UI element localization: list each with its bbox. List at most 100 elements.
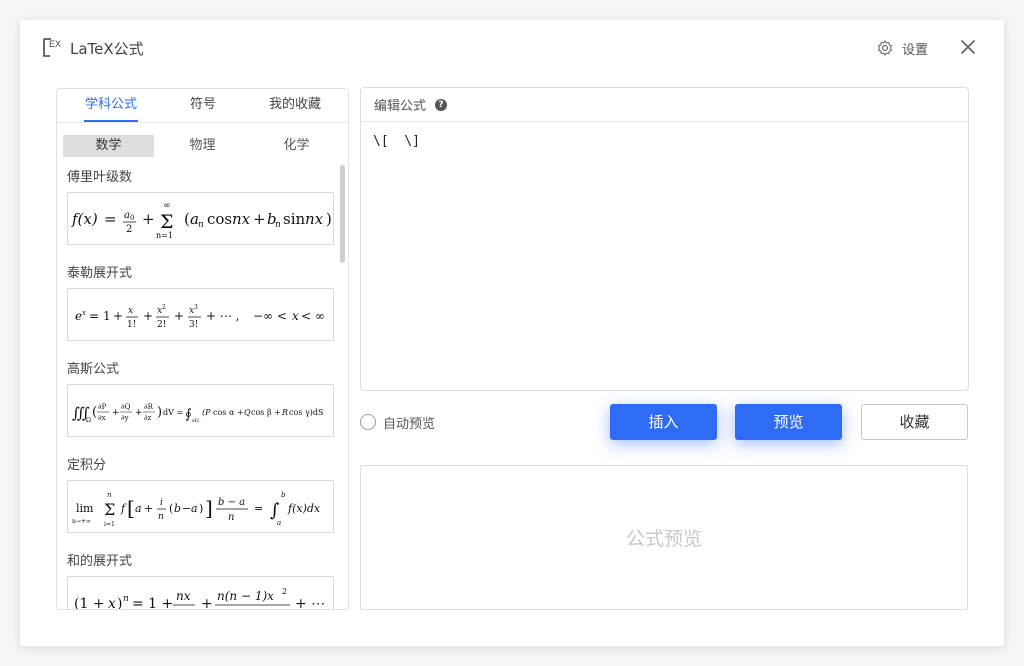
svg-text:2: 2 [126,224,132,235]
svg-text:a: a [135,502,142,515]
svg-text:3: 3 [194,304,198,311]
svg-text:nx: nx [232,210,251,228]
formula-library-panel: 学科公式 符号 我的收藏 数学 物理 化学 傅里叶级数 f(x) = a0 2 … [56,88,349,610]
svg-text:1: 1 [103,309,111,323]
active-tab-indicator [84,120,138,122]
svg-text:+: + [135,408,143,418]
svg-text:Ω: Ω [86,417,91,424]
svg-text:2: 2 [162,304,166,311]
formula-name-taylor: 泰勒展开式 [67,266,133,281]
svg-text:a: a [277,519,281,527]
svg-text:n(n − 1)x: n(n − 1)x [217,589,274,603]
svg-text:n: n [123,594,129,604]
svg-text:n: n [107,491,112,499]
formula-card-definite-integral[interactable]: lim n→+∞ n Σ i=1 f [ a + i n ( b − a )]… [67,480,334,533]
svg-text:cos γ)dS: cos γ)dS [289,408,323,417]
tab-subject-formulas[interactable]: 学科公式 [71,89,151,123]
formula-render-taylor: ex = 1 + x 1! + x2 2! + x3 3! + ⋯ , −∞ <… [75,304,325,330]
formula-preview-area: 公式预览 [360,465,968,610]
svg-text:X: X [55,39,61,49]
svg-text:nx: nx [305,210,324,228]
tab-my-favorites[interactable]: 我的收藏 [255,89,335,123]
svg-text:∫: ∫ [270,500,280,521]
formula-render-binomial: (1 + x ) n = 1 + nx 1! + n(n − 1)x 2 2! … [74,587,325,609]
svg-text:n: n [275,220,281,230]
svg-text:+: + [142,210,155,228]
svg-text:2: 2 [282,587,287,596]
svg-text:∂R: ∂R [144,403,154,411]
svg-text:(1 +: (1 + [74,596,105,609]
svg-text:): ) [117,596,122,609]
settings-button[interactable]: 设置 [876,37,928,59]
svg-text:[: [ [127,496,135,520]
svg-text:< ∞: < ∞ [301,309,325,323]
svg-text:cos: cos [207,210,232,228]
svg-text:=: = [104,210,117,228]
svg-text:x: x [128,306,133,316]
formula-card-taylor[interactable]: ex = 1 + x 1! + x2 2! + x3 3! + ⋯ , −∞ <… [67,288,334,341]
svg-text:2!: 2! [157,320,166,330]
svg-text:R: R [281,408,288,417]
svg-text:2!: 2! [244,608,256,609]
formula-name-definite-integral: 定积分 [67,458,107,473]
help-icon[interactable]: ? [435,98,448,111]
svg-text:+ ⋯ ,: + ⋯ , [206,309,240,323]
auto-preview-radio[interactable] [360,414,376,430]
svg-text:1!: 1! [177,608,189,609]
svg-text:f(x): f(x) [71,210,98,228]
svg-text:∂P: ∂P [98,403,107,411]
subtab-math[interactable]: 数学 [63,135,154,157]
svg-text:a: a [191,502,198,515]
svg-text:∮: ∮ [185,407,192,422]
insert-button[interactable]: 插入 [610,404,717,440]
svg-text:=: = [89,309,99,323]
formula-name-gauss: 高斯公式 [67,362,120,377]
close-icon[interactable] [957,36,979,58]
subtab-physics[interactable]: 物理 [157,135,248,157]
formula-card-fourier[interactable]: f(x) = a0 2 + ∞ Σ n=1 ( an cos nx + bn s… [67,192,334,245]
tab-symbols[interactable]: 符号 [175,89,231,123]
auto-preview-toggle[interactable]: 自动预览 [360,413,436,432]
svg-text:(P: (P [202,408,211,417]
svg-text:+: + [113,309,123,323]
svg-text:i: i [160,498,163,508]
settings-label: 设置 [902,42,929,58]
formula-card-binomial[interactable]: (1 + x ) n = 1 + nx 1! + n(n − 1)x 2 2! … [67,576,334,609]
formula-render-definite-integral: lim n→+∞ n Σ i=1 f [ a + i n ( b − a )]… [72,491,321,528]
svg-text:(: ( [184,210,190,228]
formula-list-scrollbar[interactable] [340,165,345,263]
svg-text:): ) [199,502,203,515]
formula-name-binomial: 和的展开式 [67,554,133,569]
svg-text:∂Ω: ∂Ω [192,418,199,424]
latex-input[interactable]: \[ \] [373,134,420,149]
svg-text:Σ: Σ [160,211,173,233]
svg-text:+: + [143,309,153,323]
svg-text:lim: lim [76,502,94,515]
svg-text:n: n [158,512,164,522]
svg-text:(: ( [92,405,97,420]
preview-placeholder: 公式预览 [625,528,702,550]
svg-text:∂y: ∂y [121,414,129,422]
svg-text:cos α +: cos α + [213,408,244,417]
svg-text:0: 0 [130,214,134,222]
svg-text:3!: 3! [189,320,198,330]
svg-text:+ ⋯: + ⋯ [295,596,325,609]
svg-text:1!: 1! [127,320,136,330]
tex-logo-icon: E X [43,38,61,57]
formula-card-gauss[interactable]: ∭ Ω ( ∂P ∂x + ∂Q ∂y + ∂R ∂z ) dV = ∮ ∂Ω (P co… [67,384,334,437]
auto-preview-label: 自动预览 [383,416,436,432]
svg-text:n→+∞: n→+∞ [72,518,91,525]
svg-text:i=1: i=1 [104,521,115,528]
preview-button[interactable]: 预览 [735,404,842,440]
subtab-chemistry[interactable]: 化学 [251,135,342,157]
formula-render-gauss: ∭Ω ( ∂P∂x + ∂Q∂y + ∂R∂z ) dV = ∮ ∂Ω (P co… [72,403,323,424]
favorite-button[interactable]: 收藏 [861,404,968,440]
svg-text:b − a: b − a [218,497,245,508]
formula-editor: 编辑公式 ? \[ \] [360,87,969,391]
formula-list: 傅里叶级数 f(x) = a0 2 + ∞ Σ n=1 ( an cos nx … [67,169,335,609]
subject-subtabs: 数学 物理 化学 [63,135,343,157]
gear-icon [878,40,892,56]
editor-title: 编辑公式 [374,99,427,114]
svg-text:x: x [82,309,86,317]
svg-text:f(x)dx: f(x)dx [287,502,321,515]
